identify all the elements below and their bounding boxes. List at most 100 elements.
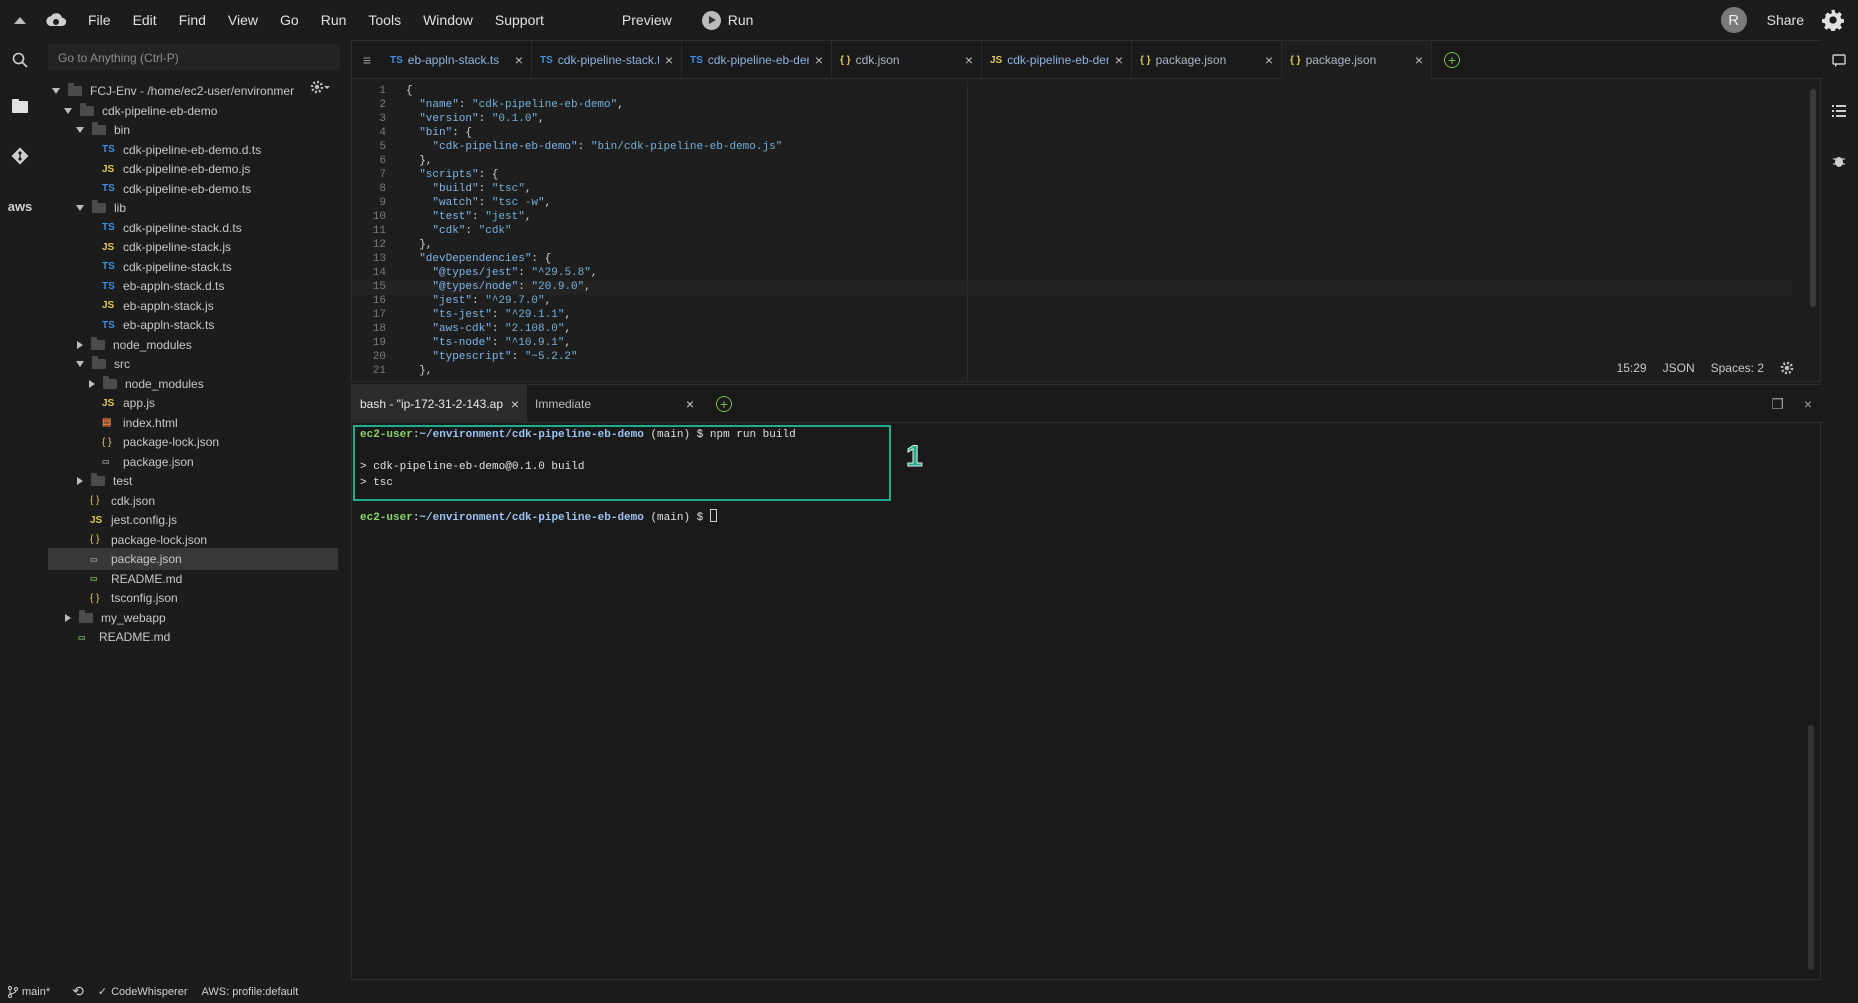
cloud9-logo-icon bbox=[46, 13, 67, 26]
chevron-down-icon[interactable] bbox=[76, 127, 84, 133]
code-area[interactable]: 1{2 "name": "cdk-pipeline-eb-demo", 3 "ve… bbox=[352, 85, 1792, 377]
outline-list-icon[interactable] bbox=[1832, 104, 1846, 118]
ts-file-icon: TS bbox=[102, 261, 115, 272]
chevron-down-icon[interactable] bbox=[64, 107, 72, 114]
prompt-path: ~/environment/cdk-pipeline-eb-demo bbox=[419, 512, 644, 524]
md-file-icon: ▭ bbox=[78, 632, 86, 642]
tree-item-label: README.md bbox=[99, 630, 171, 644]
chevron-down-icon[interactable] bbox=[76, 361, 84, 367]
prompt-tail: (main) $ bbox=[643, 512, 710, 524]
debugger-bug-icon[interactable] bbox=[1832, 154, 1846, 168]
terminal-output[interactable]: ec2-user:~/environment/cdk-pipeline-eb-d… bbox=[358, 427, 1798, 967]
new-tab-plus-icon[interactable]: + bbox=[1444, 52, 1460, 68]
editor-tab[interactable]: JS cdk-pipeline-eb-demo. × bbox=[982, 41, 1132, 79]
tab-immediate[interactable]: Immediate × bbox=[527, 385, 702, 423]
close-icon[interactable]: × bbox=[965, 52, 973, 68]
tree-file[interactable]: ▭ README.md bbox=[48, 626, 338, 648]
menu-support[interactable]: Support bbox=[495, 12, 544, 28]
chevron-down-icon[interactable] bbox=[52, 88, 60, 94]
preferences-gear-icon[interactable] bbox=[1822, 9, 1844, 31]
editor-tab[interactable]: TS cdk-pipeline-eb-demo. × bbox=[682, 41, 832, 79]
tab-bash-terminal[interactable]: bash - "ip-172-31-2-143.ap × bbox=[352, 384, 527, 423]
run-button[interactable]: Run bbox=[701, 10, 753, 30]
chevron-right-icon[interactable] bbox=[65, 613, 71, 622]
editor-tab[interactable]: TS eb-appln-stack.ts × bbox=[382, 41, 532, 79]
tab-menu-icon[interactable]: ≡ bbox=[352, 41, 382, 78]
go-to-anything-input[interactable]: Go to Anything (Ctrl-P) bbox=[48, 44, 340, 70]
editor-tab[interactable]: TS cdk-pipeline-stack.ts × bbox=[532, 41, 682, 79]
code-editor: ≡ TS eb-appln-stack.ts × TS cdk-pipeline-sta… bbox=[351, 40, 1822, 382]
menu-find[interactable]: Find bbox=[179, 12, 206, 28]
folder-icon bbox=[68, 83, 82, 96]
collaborate-chat-icon[interactable] bbox=[1832, 54, 1846, 68]
line-number: 2 bbox=[379, 99, 386, 111]
menu-window[interactable]: Window bbox=[423, 12, 473, 28]
cursor-position[interactable]: 15:29 bbox=[1617, 361, 1647, 375]
code-text: "@types/jest": "^29.5.8", bbox=[432, 267, 598, 279]
menu-run[interactable]: Run bbox=[321, 12, 347, 28]
terminal-scrollbar[interactable] bbox=[1808, 725, 1814, 970]
new-terminal-plus-icon[interactable]: + bbox=[716, 395, 732, 412]
chevron-down-icon[interactable] bbox=[76, 205, 84, 211]
tree-item-label: bin bbox=[114, 123, 131, 137]
collapse-menu-icon[interactable] bbox=[14, 16, 26, 24]
menu-file[interactable]: File bbox=[88, 12, 111, 28]
user-avatar[interactable]: R bbox=[1720, 7, 1747, 33]
tree-item-label: jest.config.js bbox=[111, 513, 178, 527]
editor-tab[interactable]: { } package.json × bbox=[1282, 41, 1432, 79]
tree-item-label: src bbox=[114, 357, 130, 371]
line-number: 7 bbox=[379, 169, 386, 181]
menu-tools[interactable]: Tools bbox=[368, 12, 401, 28]
code-line: 7 "scripts": { bbox=[352, 169, 1792, 183]
code-text: "watch": "tsc -w", bbox=[432, 197, 552, 209]
chevron-right-icon[interactable] bbox=[89, 379, 95, 388]
codewhisperer-status[interactable]: ✓ CodeWhisperer bbox=[98, 985, 188, 999]
editor-tab[interactable]: { } package.json × bbox=[1132, 41, 1282, 79]
aws-icon[interactable]: aws bbox=[8, 194, 33, 218]
close-icon[interactable]: × bbox=[511, 396, 519, 412]
aws-profile[interactable]: AWS: profile:default bbox=[202, 986, 299, 998]
git-branch[interactable]: main* bbox=[8, 985, 50, 998]
pkg-file-icon: ▭ bbox=[90, 554, 98, 564]
editor-tab-label: cdk.json bbox=[855, 53, 900, 67]
chevron-right-icon[interactable] bbox=[77, 340, 83, 349]
print-margin-line bbox=[967, 81, 968, 381]
editor-tab-label: package.json bbox=[1155, 53, 1227, 67]
close-icon[interactable]: × bbox=[1115, 52, 1123, 68]
close-panel-icon[interactable]: × bbox=[1804, 396, 1812, 413]
editor-settings-gear-icon[interactable] bbox=[1780, 361, 1794, 375]
code-line: 2 "name": "cdk-pipeline-eb-demo", bbox=[352, 99, 1792, 113]
line-number: 18 bbox=[372, 323, 386, 335]
terminal-cursor bbox=[709, 509, 717, 522]
close-icon[interactable]: × bbox=[665, 52, 673, 68]
tree-item-label: cdk-pipeline-stack.js bbox=[123, 240, 232, 254]
preview-button[interactable]: Preview bbox=[622, 12, 672, 28]
language-mode[interactable]: JSON bbox=[1663, 361, 1695, 375]
menu-view[interactable]: View bbox=[228, 12, 258, 28]
code-line: 10 "test": "jest", bbox=[352, 211, 1792, 225]
close-icon[interactable]: × bbox=[686, 396, 694, 412]
indent-spaces[interactable]: Spaces: 2 bbox=[1711, 361, 1764, 375]
restore-panel-icon[interactable]: ❐ bbox=[1771, 396, 1784, 413]
editor-scrollbar[interactable] bbox=[1810, 89, 1816, 307]
js-file-icon: JS bbox=[90, 514, 103, 526]
share-button[interactable]: Share bbox=[1767, 12, 1804, 28]
menu-edit[interactable]: Edit bbox=[133, 12, 157, 28]
menu-go[interactable]: Go bbox=[280, 12, 299, 28]
code-line: 9 "watch": "tsc -w", bbox=[352, 197, 1792, 211]
json-file-icon: { } bbox=[1140, 54, 1151, 66]
close-icon[interactable]: × bbox=[1265, 52, 1273, 68]
files-panel-icon[interactable] bbox=[8, 94, 32, 118]
editor-tab-label: eb-appln-stack.ts bbox=[407, 53, 500, 67]
editor-tab[interactable]: { } cdk.json × bbox=[832, 41, 982, 79]
search-icon[interactable] bbox=[8, 48, 32, 72]
close-icon[interactable]: × bbox=[515, 52, 523, 68]
js-file-icon: JS bbox=[102, 241, 115, 253]
source-control-icon[interactable] bbox=[8, 144, 32, 168]
chevron-right-icon[interactable] bbox=[77, 477, 83, 485]
left-icon-rail: aws bbox=[0, 40, 40, 980]
close-icon[interactable]: × bbox=[1415, 52, 1423, 68]
sync-icon[interactable]: ⟲ bbox=[72, 983, 84, 1000]
close-icon[interactable]: × bbox=[815, 52, 823, 68]
right-icon-rail bbox=[1822, 40, 1858, 980]
